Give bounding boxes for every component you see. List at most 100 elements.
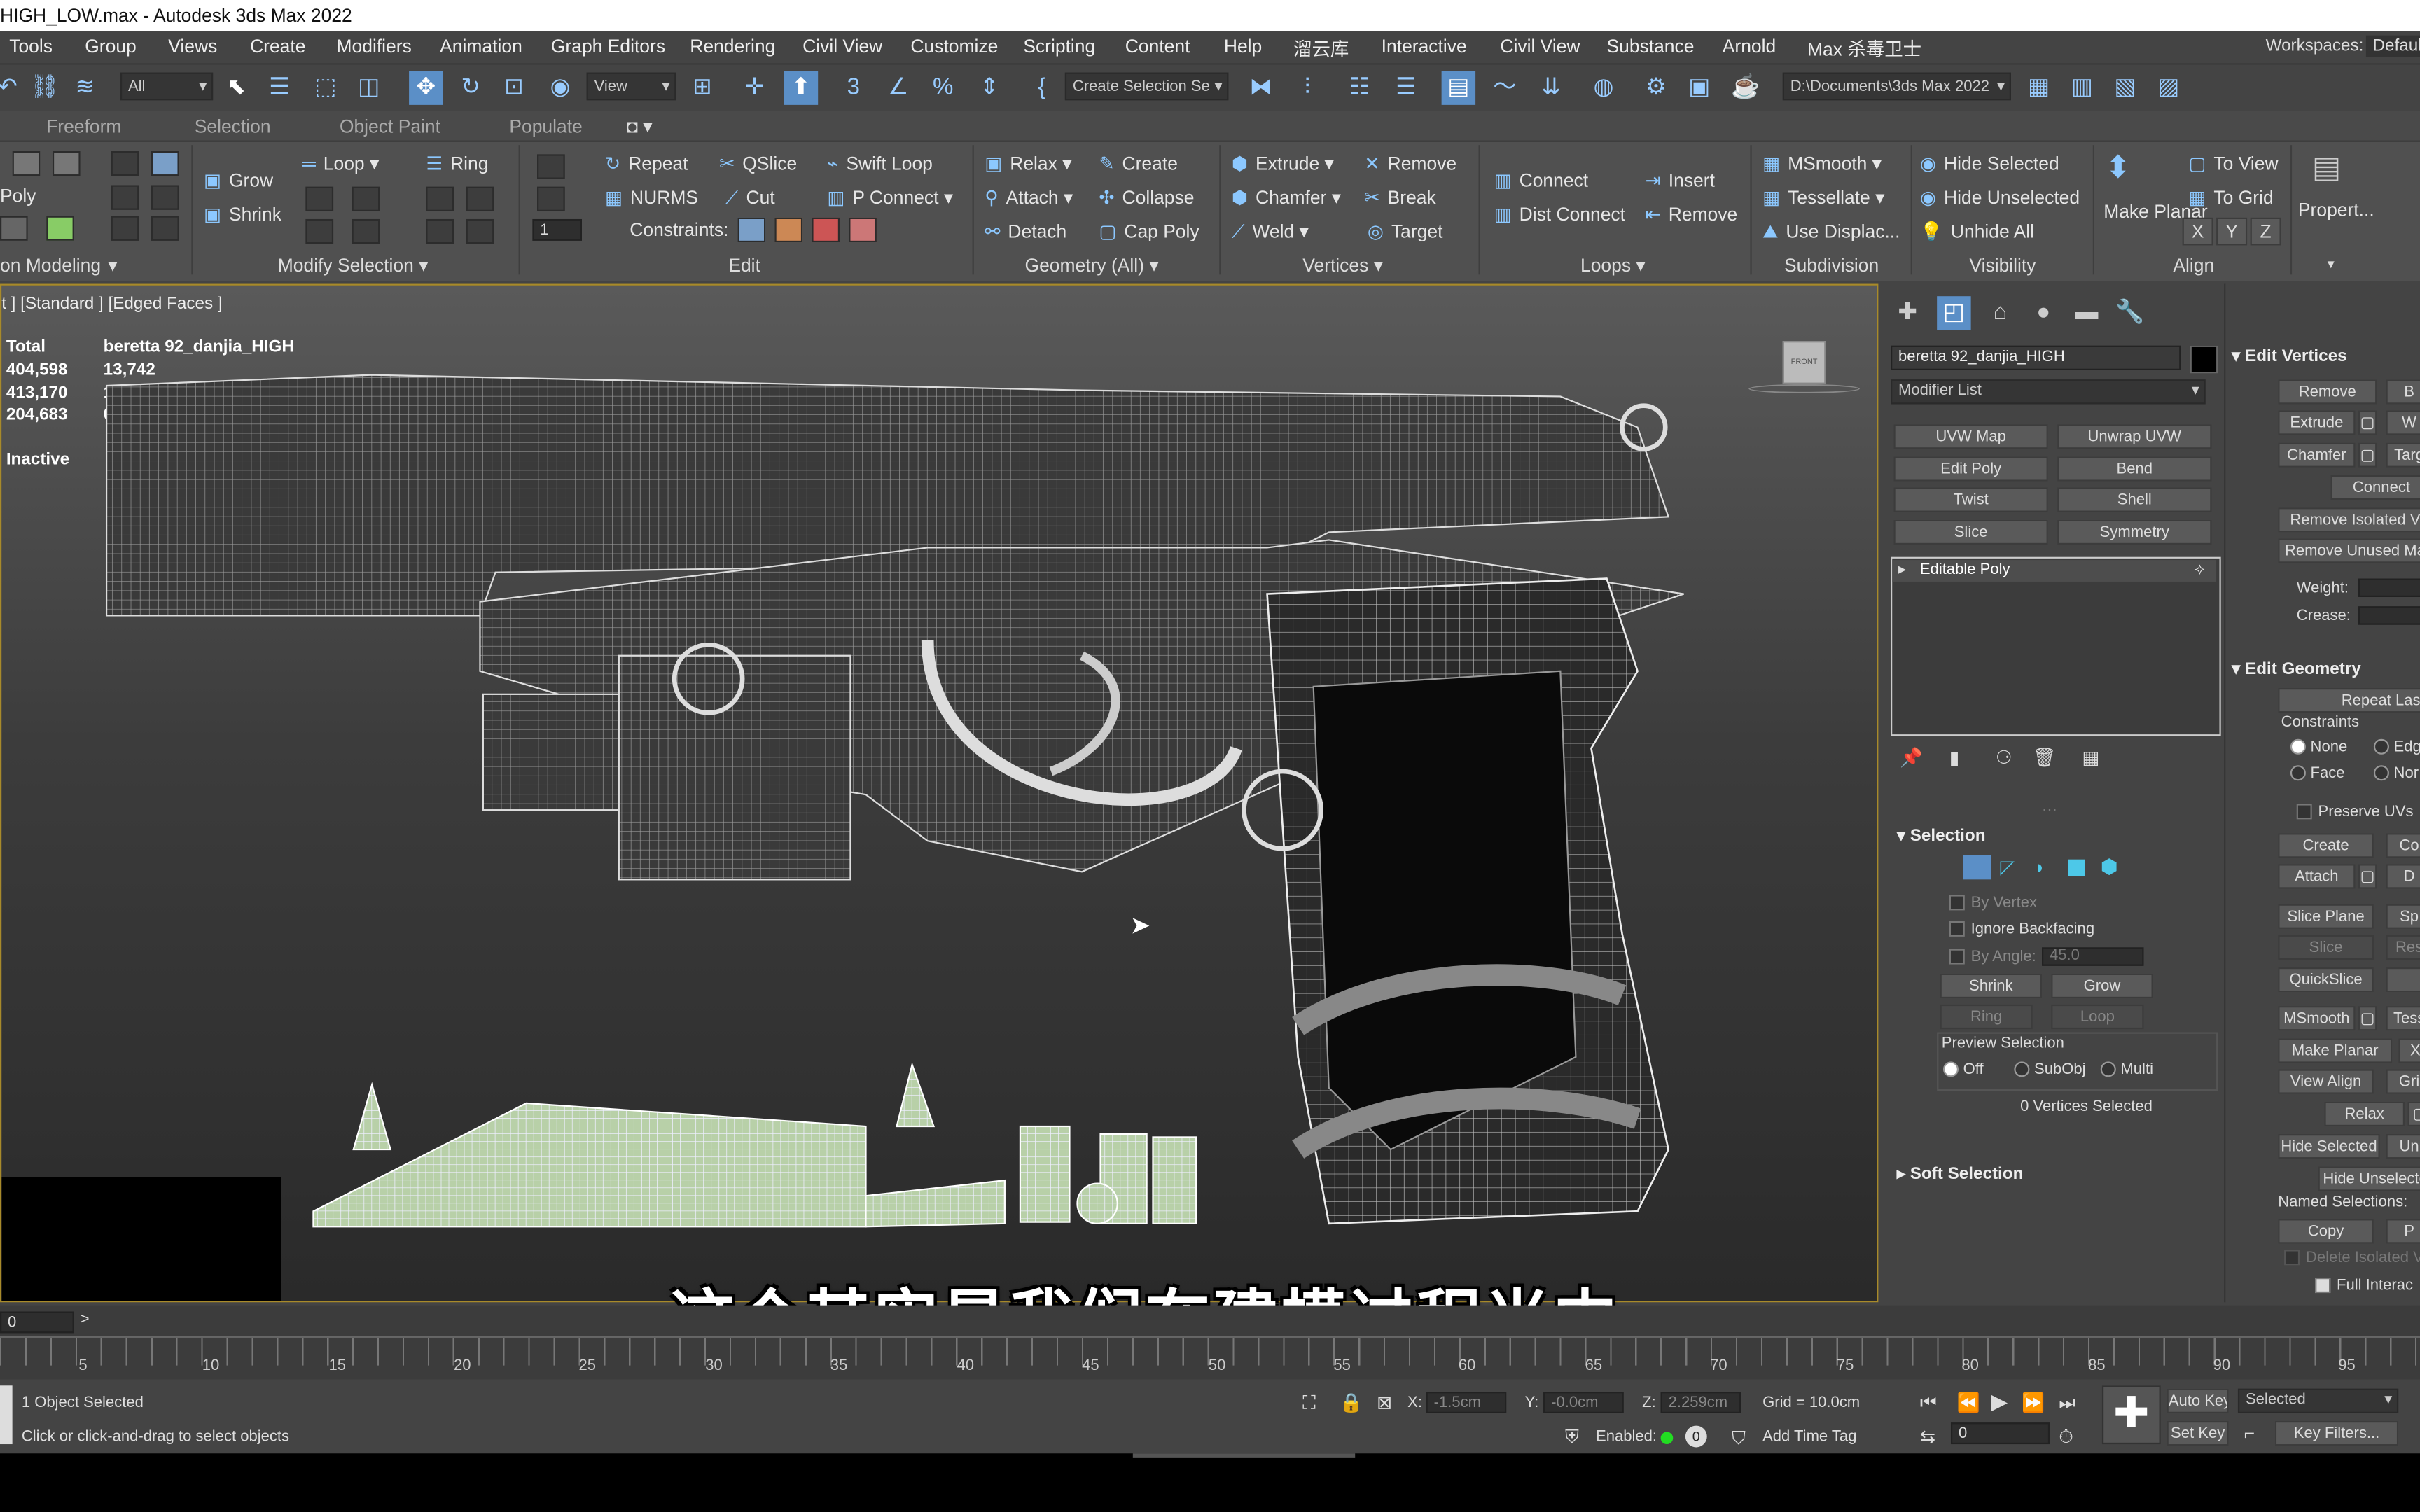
- rollout-break-button[interactable]: B: [2386, 379, 2420, 405]
- keyboard-shortcut-override-icon[interactable]: ⬆: [784, 71, 819, 105]
- geometry-detach-button[interactable]: D: [2386, 864, 2420, 889]
- make-unique-icon[interactable]: ⚆: [1996, 747, 2012, 769]
- isolate-selection-icon[interactable]: ⛶: [1302, 1392, 1316, 1415]
- poly-mode-icon[interactable]: [0, 216, 28, 241]
- split-checkbox[interactable]: Sp: [2386, 904, 2420, 929]
- loops-title[interactable]: Loops ▾: [1580, 255, 1646, 276]
- motion-tab-icon[interactable]: ●: [2026, 296, 2060, 330]
- rendered-frame-icon[interactable]: ▣: [1682, 71, 1716, 104]
- layer-explorer-icon[interactable]: ☰: [1389, 71, 1423, 104]
- grow-loop-icon[interactable]: [305, 186, 334, 211]
- preview-multi-radio[interactable]: Multi: [2100, 1061, 2153, 1079]
- curve-editor-icon[interactable]: 〜: [1488, 71, 1522, 104]
- tab-populate[interactable]: Populate: [509, 115, 582, 137]
- reference-coordinate-dropdown[interactable]: View: [586, 72, 676, 101]
- set-key-big-icon[interactable]: ✚: [2101, 1385, 2161, 1445]
- insert-loop-button[interactable]: ⇥ Insert: [1646, 169, 1715, 191]
- menu-arnold[interactable]: Arnold: [1723, 36, 1776, 57]
- properties-icon[interactable]: ▤: [2312, 148, 2342, 187]
- by-angle-icon[interactable]: [151, 185, 179, 210]
- add-time-tag-button[interactable]: Add Time Tag: [1762, 1429, 1856, 1446]
- constraint-edge-icon[interactable]: [774, 217, 803, 243]
- by-vertex-check[interactable]: [1949, 895, 1965, 911]
- attach-button[interactable]: ⚲ Attach ▾: [985, 187, 1073, 209]
- cut-geometry-button[interactable]: [2386, 967, 2420, 993]
- menu-liuyunku[interactable]: 溜云库: [1293, 36, 1349, 62]
- window-crossing-icon[interactable]: ◫: [352, 71, 386, 104]
- break-button[interactable]: ✂ Break: [1364, 187, 1435, 209]
- constraint-face-radio[interactable]: Face: [2290, 765, 2345, 782]
- element-subobject-icon[interactable]: ⬢: [2101, 855, 2118, 879]
- time-tag-icon[interactable]: ⛉: [1732, 1427, 1746, 1450]
- preview-off-icon[interactable]: [111, 151, 139, 176]
- extrude-button[interactable]: ⬢ Extrude ▾: [1232, 153, 1334, 174]
- p-connect-button[interactable]: ▥ P Connect ▾: [827, 187, 953, 209]
- object-color-swatch[interactable]: [2190, 345, 2218, 374]
- ignore-backfacing-check[interactable]: [1949, 921, 1965, 937]
- create-button[interactable]: ✎ Create: [1099, 153, 1178, 174]
- remove-unused-map-verts-button[interactable]: Remove Unused Ma: [2278, 538, 2420, 564]
- chamfer-button[interactable]: ⬢ Chamfer ▾: [1232, 187, 1341, 209]
- workspaces-selector[interactable]: Workspaces:Default: [2266, 35, 2420, 57]
- workspaces-value[interactable]: Default: [2366, 35, 2420, 57]
- tweak-icon[interactable]: [537, 186, 565, 211]
- menu-substance[interactable]: Substance: [1606, 36, 1694, 57]
- menu-animation[interactable]: Animation: [440, 36, 522, 57]
- z-coord-field[interactable]: 2.259cm: [1660, 1392, 1741, 1413]
- delete-isolated-check[interactable]: [2284, 1250, 2300, 1266]
- remove-isolated-vertices-button[interactable]: Remove Isolated V: [2278, 507, 2420, 533]
- edit-poly-button[interactable]: Edit Poly: [1893, 456, 2048, 482]
- link-icon[interactable]: ⛓: [28, 71, 62, 104]
- hierarchy-tab-icon[interactable]: ⌂: [1983, 296, 2017, 330]
- by-angle-spinner[interactable]: 45.0: [2042, 947, 2144, 966]
- toggle-ribbon-icon[interactable]: ▤: [1441, 71, 1476, 105]
- ribbon-options-icon[interactable]: ◘ ▾: [627, 115, 653, 137]
- dist-connect-button[interactable]: ▥ Dist Connect: [1494, 204, 1625, 225]
- msmooth-button[interactable]: ▦ MSmooth ▾: [1762, 153, 1882, 174]
- stack-item-editable-poly[interactable]: ▸ Editable Poly ⟡: [1892, 560, 2217, 582]
- vertex-mode-icon[interactable]: [12, 151, 41, 176]
- menu-civil-view-2[interactable]: Civil View: [1500, 36, 1580, 57]
- utilities-tab-icon[interactable]: 🔧: [2113, 296, 2146, 330]
- stack-item-options-icon[interactable]: ⟡: [2195, 561, 2205, 578]
- project-folder-icon[interactable]: ▦: [2022, 71, 2055, 104]
- set-key-button[interactable]: Set Key: [2167, 1420, 2229, 1446]
- tab-freeform[interactable]: Freeform: [46, 115, 121, 137]
- constraint-edge-radio[interactable]: Edg: [2373, 739, 2420, 756]
- ignore-backfacing-icon[interactable]: [111, 185, 139, 210]
- target-weld-button[interactable]: ◎ Target: [1368, 220, 1443, 242]
- by-vertex-checkbox[interactable]: By Vertex: [1949, 895, 2037, 912]
- select-and-rotate-icon[interactable]: ↻: [454, 71, 487, 104]
- remove-modifier-icon[interactable]: 🗑: [2033, 747, 2057, 769]
- schematic-view-icon[interactable]: ⇊: [1534, 71, 1568, 104]
- constraint-face-radio-dot[interactable]: [2290, 766, 2306, 782]
- slice-button[interactable]: Slice: [1893, 519, 2048, 545]
- time-configuration-icon[interactable]: ⏱: [2059, 1426, 2073, 1449]
- go-to-end-icon[interactable]: ⏭: [2059, 1392, 2075, 1415]
- preview-off-radio[interactable]: Off: [1942, 1061, 1984, 1079]
- create-tab-icon[interactable]: ✚: [1891, 296, 1924, 330]
- weight-spinner[interactable]: [2358, 578, 2420, 597]
- selection-filter-dropdown[interactable]: All: [120, 72, 214, 101]
- modify-selection-title[interactable]: Modify Selection ▾: [278, 255, 429, 276]
- menu-civil-view[interactable]: Civil View: [802, 36, 882, 57]
- attach-list-icon[interactable]: ▢: [2358, 864, 2377, 889]
- previous-frame-icon[interactable]: ⏪: [1957, 1392, 1980, 1413]
- edge-subobject-icon[interactable]: ◸: [2001, 856, 2015, 878]
- ring-button[interactable]: ☰ Ring: [426, 153, 488, 174]
- constraint-none-icon[interactable]: [737, 217, 766, 243]
- by-angle-checkbox[interactable]: By Angle:: [1949, 949, 2036, 966]
- weld-button[interactable]: ⟋ Weld ▾: [1232, 220, 1309, 244]
- key-filters-button[interactable]: Key Filters...: [2274, 1420, 2399, 1446]
- next-frame-icon[interactable]: ⏩: [2022, 1392, 2045, 1413]
- connect-button[interactable]: ▥ Connect: [1494, 169, 1589, 191]
- hide-unselected-button[interactable]: ◉ Hide Unselected: [1920, 187, 2080, 209]
- project-path-dropdown[interactable]: D:\Documents\3ds Max 2022: [1782, 72, 2011, 101]
- go-to-start-icon[interactable]: ⏮: [1920, 1392, 1937, 1415]
- select-hard-icon[interactable]: [151, 216, 179, 241]
- crease-spinner[interactable]: [2358, 606, 2420, 625]
- repeat-button[interactable]: ↻ Repeat: [605, 153, 688, 174]
- rollout-remove-button[interactable]: Remove: [2278, 379, 2377, 405]
- geometry-slice-button[interactable]: Slice: [2278, 934, 2374, 960]
- quickslice-button[interactable]: QuickSlice: [2278, 967, 2374, 993]
